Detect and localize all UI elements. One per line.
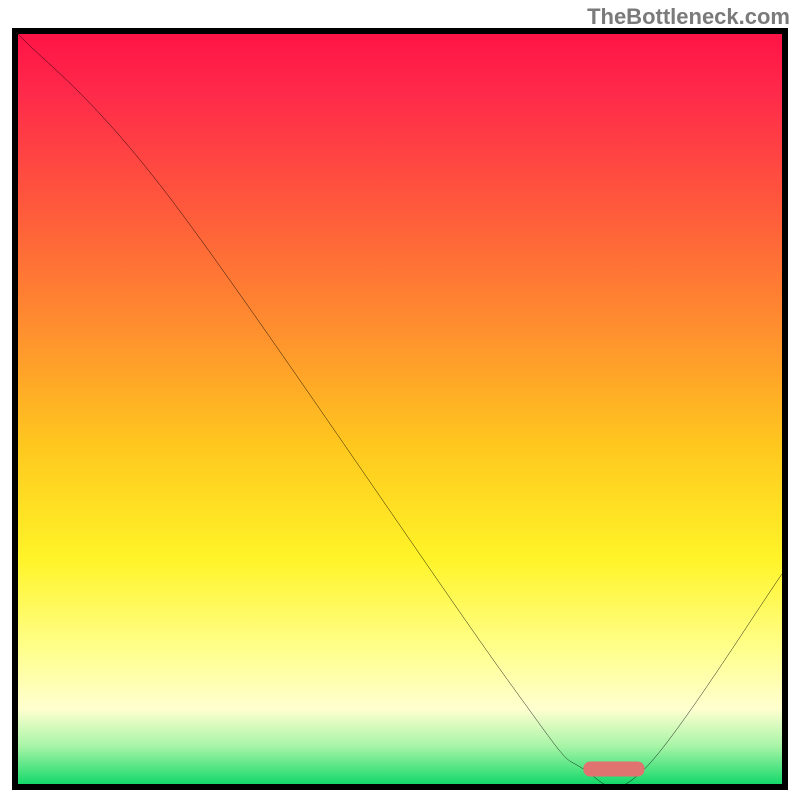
bottleneck-curve	[18, 34, 782, 784]
bottleneck-chart	[12, 28, 788, 790]
optimal-range-marker	[583, 762, 644, 777]
watermark-text: TheBottleneck.com	[587, 4, 790, 30]
chart-svg	[18, 34, 782, 784]
